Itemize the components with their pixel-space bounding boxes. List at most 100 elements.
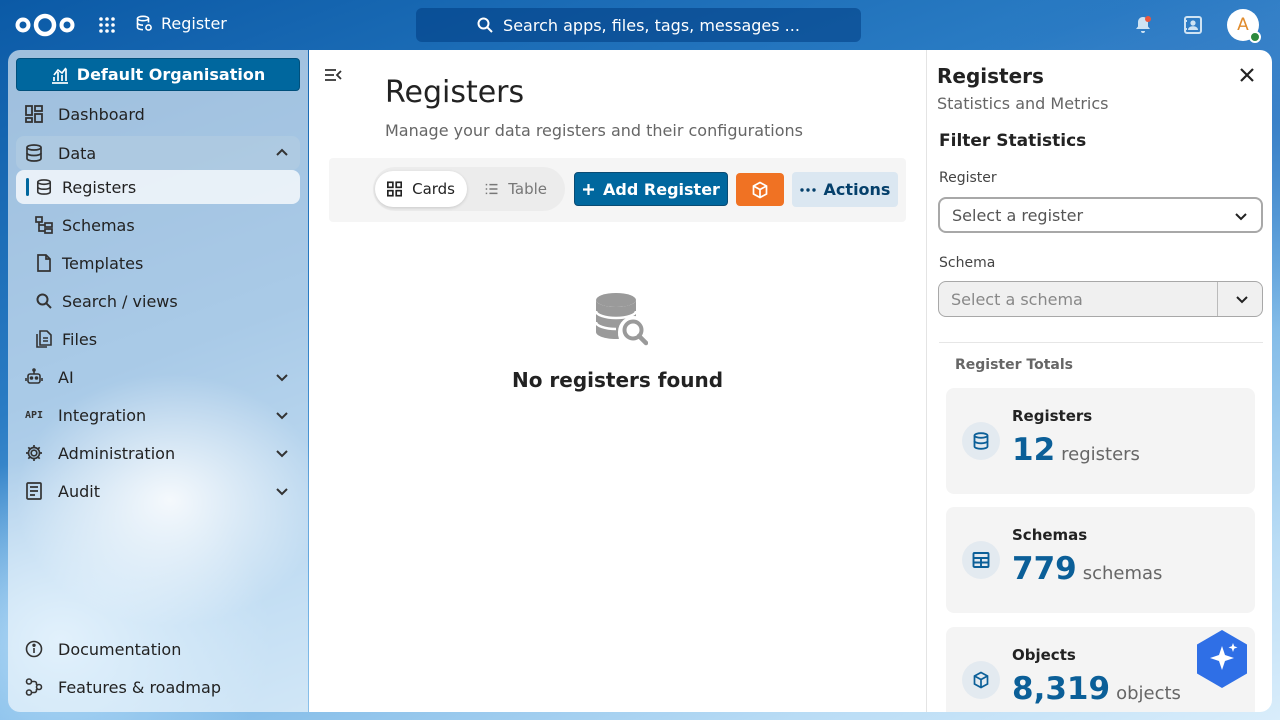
stat-label: Registers xyxy=(1012,407,1093,425)
schema-select[interactable]: Select a schema xyxy=(938,281,1263,317)
organisation-button[interactable]: Default Organisation xyxy=(16,58,300,91)
dots-horizontal-icon xyxy=(799,187,816,192)
panel-subtitle: Statistics and Metrics xyxy=(937,94,1109,113)
chevron-down-icon xyxy=(1236,296,1248,304)
search-icon xyxy=(477,17,493,33)
sidebar-item-audit[interactable]: Audit xyxy=(16,474,300,508)
stat-card-registers: Registers 12 registers xyxy=(946,388,1255,494)
text-box-icon xyxy=(24,481,44,501)
chevron-down-icon[interactable] xyxy=(274,407,290,423)
file-outline-icon xyxy=(34,253,54,273)
sidebar-item-label: Templates xyxy=(62,253,144,273)
current-app-link[interactable]: Register xyxy=(136,14,227,33)
sidebar-item-documentation[interactable]: Documentation xyxy=(16,632,300,666)
panel-title: Registers xyxy=(937,64,1044,88)
navigation-toggle-icon[interactable] xyxy=(324,66,342,84)
sidebar-item-files[interactable]: Files xyxy=(16,322,300,356)
magnify-icon xyxy=(34,291,54,311)
database-search-icon xyxy=(594,293,648,346)
register-totals-heading: Register Totals xyxy=(955,357,1073,373)
stat-value: 779 schemas xyxy=(1012,551,1162,587)
chevron-down-icon[interactable] xyxy=(274,445,290,461)
register-select[interactable]: Select a register xyxy=(938,197,1263,233)
file-tree-icon xyxy=(34,215,54,235)
view-grid-icon xyxy=(387,181,403,197)
file-document-multiple-icon xyxy=(34,329,54,349)
chevron-down-icon xyxy=(1235,213,1247,221)
actions-menu-button[interactable]: Actions xyxy=(792,172,898,207)
table-view-label: Table xyxy=(508,180,547,198)
avatar-initial: A xyxy=(1237,15,1249,35)
chevron-down-icon[interactable] xyxy=(274,369,290,385)
view-mode-switch: Cards Table xyxy=(373,167,565,211)
close-icon[interactable] xyxy=(1238,66,1256,84)
database-icon xyxy=(24,143,44,163)
sidebar-item-data[interactable]: Data xyxy=(16,136,300,170)
sidebar-item-label: Documentation xyxy=(58,639,182,659)
sidebar-item-label: Files xyxy=(62,329,98,349)
dashboard-icon xyxy=(24,104,44,124)
sidebar-item-label: Integration xyxy=(58,405,147,425)
contacts-icon[interactable] xyxy=(1183,15,1203,35)
roadmap-icon xyxy=(24,677,44,697)
api-icon: API xyxy=(24,409,44,421)
stat-number: 12 xyxy=(1012,432,1056,468)
stat-unit: registers xyxy=(1061,444,1140,465)
app-menu-icon[interactable] xyxy=(98,16,116,34)
information-outline-icon xyxy=(24,639,44,659)
sidebar-item-dashboard[interactable]: Dashboard xyxy=(16,97,300,131)
stat-number: 8,319 xyxy=(1012,671,1111,707)
sidebar-item-label: Search / views xyxy=(62,291,178,311)
view-list-icon xyxy=(485,183,498,195)
sidebar-item-label: Features & roadmap xyxy=(58,677,221,697)
stat-label: Schemas xyxy=(1012,526,1088,544)
sidebar-item-search-views[interactable]: Search / views xyxy=(16,284,300,318)
register-select-placeholder: Select a register xyxy=(952,205,1084,225)
user-avatar[interactable]: A xyxy=(1227,9,1261,43)
online-status-indicator xyxy=(1249,31,1261,43)
toolbar: Cards Table Add Register Actions xyxy=(329,158,906,222)
cards-view-label: Cards xyxy=(412,180,455,198)
sidebar-item-label: Registers xyxy=(62,177,137,197)
plus-icon xyxy=(583,183,595,195)
stat-value: 12 registers xyxy=(1012,432,1140,468)
sidebar-item-ai[interactable]: AI xyxy=(16,360,300,394)
notifications-bell-icon[interactable] xyxy=(1133,15,1153,35)
unified-search-bar[interactable]: Search apps, files, tags, messages ... xyxy=(416,8,861,42)
sidebar-item-label: Audit xyxy=(58,481,100,501)
package-import-button[interactable] xyxy=(736,173,784,206)
sidebar-item-administration[interactable]: Administration xyxy=(16,436,300,470)
add-register-button[interactable]: Add Register xyxy=(574,172,728,206)
cards-view-button[interactable]: Cards xyxy=(375,171,467,207)
select-separator xyxy=(1217,282,1218,316)
chevron-down-icon[interactable] xyxy=(274,483,290,499)
sidebar-item-schemas[interactable]: Schemas xyxy=(16,208,300,242)
database-icon xyxy=(962,422,1000,460)
table-view-button[interactable]: Table xyxy=(473,171,559,207)
stat-label: Objects xyxy=(1012,646,1076,664)
add-register-label: Add Register xyxy=(603,179,720,199)
organisation-chart-icon xyxy=(51,66,68,84)
database-icon xyxy=(34,177,54,197)
sidebar-item-label: AI xyxy=(58,367,74,387)
sidebar-item-features-roadmap[interactable]: Features & roadmap xyxy=(16,670,300,704)
sidebar-item-registers[interactable]: Registers xyxy=(16,170,300,204)
empty-state-message: No registers found xyxy=(511,368,724,392)
schema-select-placeholder: Select a schema xyxy=(951,289,1083,309)
app-name-label: Register xyxy=(161,14,227,33)
stat-number: 779 xyxy=(1012,551,1077,587)
sidebar-item-label: Schemas xyxy=(62,215,135,235)
actions-label: Actions xyxy=(823,180,891,199)
stat-card-schemas: Schemas 779 schemas xyxy=(946,507,1255,613)
robot-icon xyxy=(24,367,44,387)
top-header: Register Search apps, files, tags, messa… xyxy=(0,0,1280,50)
chevron-up-icon[interactable] xyxy=(274,145,290,161)
sidebar-item-label: Data xyxy=(58,143,97,163)
register-app-icon xyxy=(136,15,152,31)
nextcloud-logo[interactable] xyxy=(14,11,76,39)
stat-unit: objects xyxy=(1116,683,1181,704)
sidebar-item-templates[interactable]: Templates xyxy=(16,246,300,280)
sidebar-item-integration[interactable]: API Integration xyxy=(16,398,300,432)
assistant-sparkle-icon[interactable] xyxy=(1195,629,1249,689)
sidebar-item-label: Dashboard xyxy=(58,104,145,124)
